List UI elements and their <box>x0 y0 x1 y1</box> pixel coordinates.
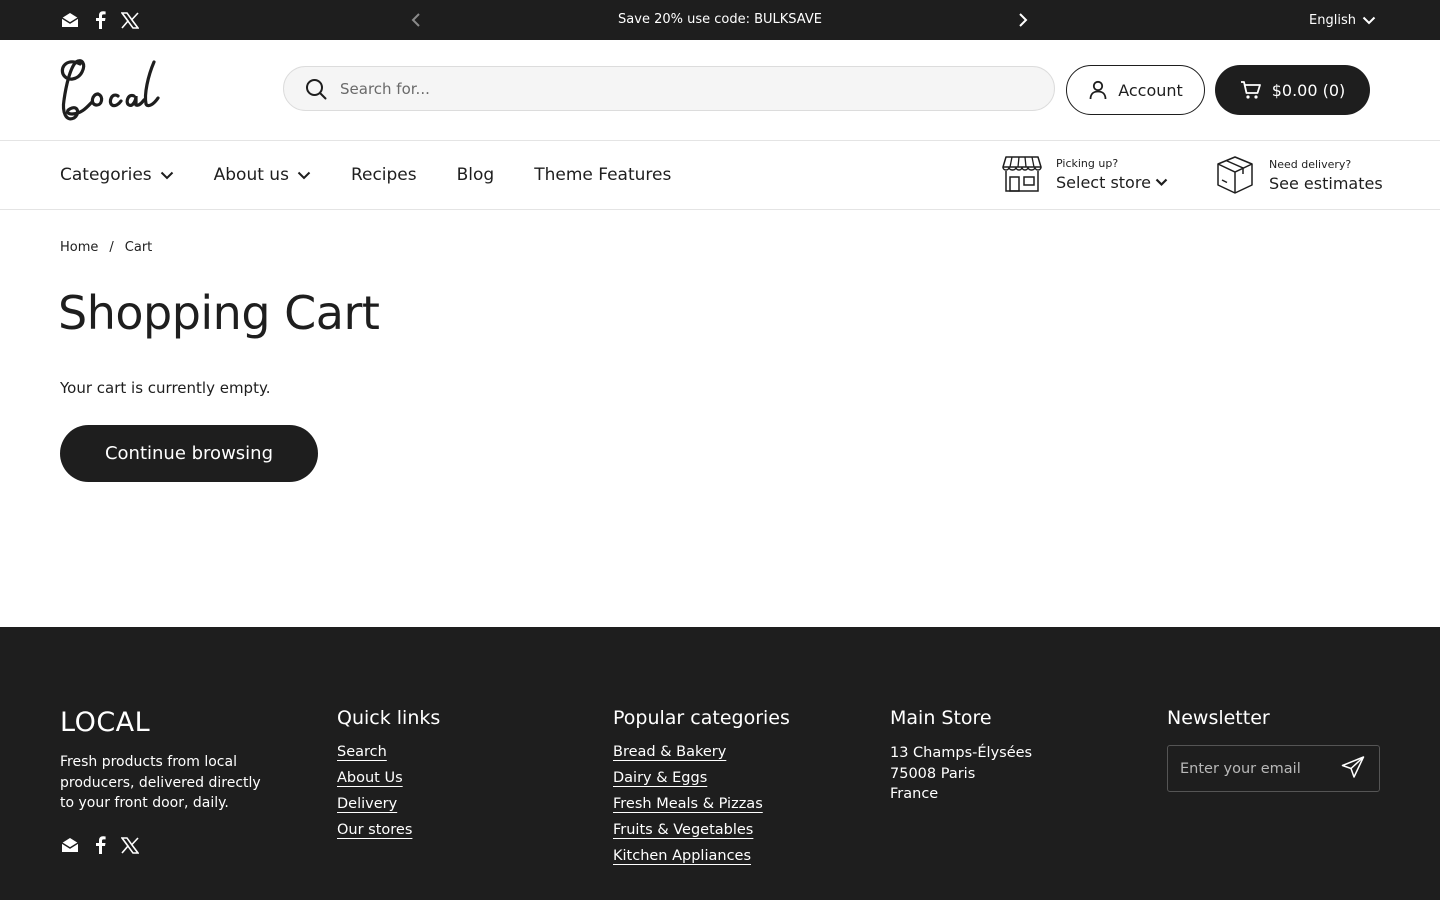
site-header: Account $0.00 (0) <box>0 40 1440 141</box>
account-button[interactable]: Account <box>1066 65 1205 115</box>
chevron-down-icon <box>1155 178 1168 186</box>
nav-item-label: Recipes <box>350 165 417 185</box>
topbar-socials <box>60 10 140 30</box>
footer-popular-categories: Popular categories Bread & Bakery Dairy … <box>613 707 790 873</box>
cart-icon <box>1240 81 1261 99</box>
package-icon <box>1217 156 1253 194</box>
footer-link-our-stores[interactable]: Our stores <box>337 821 440 840</box>
footer-link-fresh-meals[interactable]: Fresh Meals & Pizzas <box>613 795 790 814</box>
language-label: English <box>1309 12 1356 28</box>
announcement-next-button[interactable] <box>1013 10 1033 30</box>
breadcrumb-separator: / <box>109 240 114 255</box>
newsletter-submit-button[interactable] <box>1341 755 1365 782</box>
chevron-left-icon <box>411 13 420 27</box>
continue-browsing-button[interactable]: Continue browsing <box>60 425 318 482</box>
x-icon[interactable] <box>120 835 140 855</box>
footer-newsletter: Newsletter <box>1167 707 1270 743</box>
delivery-caption: Need delivery? <box>1269 157 1352 171</box>
email-icon[interactable] <box>60 10 80 30</box>
announcement-prev-button[interactable] <box>406 10 426 30</box>
footer-link-dairy-eggs[interactable]: Dairy & Eggs <box>613 769 790 788</box>
delivery-value: See estimates <box>1269 173 1383 193</box>
footer-link-fruits-vegetables[interactable]: Fruits & Vegetables <box>613 821 790 840</box>
search-input[interactable] <box>340 79 990 98</box>
announcement-text: Save 20% use code: BULKSAVE <box>618 12 822 27</box>
breadcrumb-home-link[interactable]: Home <box>60 240 98 255</box>
footer-socials <box>60 835 140 855</box>
breadcrumb-current: Cart <box>124 240 153 255</box>
nav-item-blog[interactable]: Blog <box>457 165 495 185</box>
pickup-value: Select store <box>1056 173 1168 192</box>
user-icon <box>1089 80 1107 100</box>
nav-item-about-us[interactable]: About us <box>214 165 311 185</box>
pickup-label: Select store <box>1056 172 1151 192</box>
language-selector[interactable]: English <box>1309 0 1376 40</box>
nav-menu: Categories About us Recipes Blog Theme F… <box>60 141 671 209</box>
send-icon <box>1341 755 1365 778</box>
footer-brand: LOCAL <box>60 707 151 738</box>
announcement-bar: Save 20% use code: BULKSAVE English <box>0 0 1440 40</box>
pickup-selector[interactable]: Picking up? Select store <box>1002 155 1168 193</box>
pickup-caption: Picking up? <box>1056 156 1119 170</box>
search-bar[interactable] <box>283 66 1055 111</box>
chevron-right-icon <box>1019 13 1028 27</box>
facebook-icon[interactable] <box>90 10 110 30</box>
delivery-estimates[interactable]: Need delivery? See estimates <box>1215 155 1383 195</box>
store-address-line: 75008 Paris <box>890 765 976 782</box>
footer-link-delivery[interactable]: Delivery <box>337 795 440 814</box>
main-navigation: Categories About us Recipes Blog Theme F… <box>0 141 1440 210</box>
nav-item-label: Categories <box>60 165 152 185</box>
chevron-down-icon <box>297 171 311 179</box>
newsletter-email-input[interactable] <box>1180 760 1330 777</box>
nav-item-recipes[interactable]: Recipes <box>351 165 417 185</box>
footer-quick-links: Quick links Search About Us Delivery Our… <box>337 707 440 847</box>
footer-column-title: Newsletter <box>1167 707 1270 729</box>
cart-total: $0.00 (0) <box>1271 80 1346 100</box>
footer-main-store: Main Store 13 Champs-Élysées 75008 Paris… <box>890 707 1032 805</box>
footer-link-bread-bakery[interactable]: Bread & Bakery <box>613 743 790 762</box>
nav-item-label: Blog <box>456 165 495 185</box>
footer-column-title: Main Store <box>890 707 992 729</box>
facebook-icon[interactable] <box>90 835 110 855</box>
nav-item-categories[interactable]: Categories <box>60 165 174 185</box>
page-title: Shopping Cart <box>58 286 380 340</box>
footer-column-title: Quick links <box>337 707 441 729</box>
footer-column-title: Popular categories <box>613 707 790 729</box>
store-icon <box>1002 156 1042 192</box>
logo-script-icon <box>60 59 160 121</box>
cart-button[interactable]: $0.00 (0) <box>1215 65 1370 115</box>
store-address-line: 13 Champs-Élysées <box>890 745 1033 761</box>
site-logo[interactable] <box>58 56 166 124</box>
nav-item-theme-features[interactable]: Theme Features <box>534 165 671 185</box>
nav-item-label: Theme Features <box>534 165 672 185</box>
footer-link-about-us[interactable]: About Us <box>337 769 440 788</box>
footer-link-search[interactable]: Search <box>337 743 440 762</box>
chevron-down-icon <box>160 171 173 179</box>
site-footer: LOCAL Fresh products from local producer… <box>0 627 1440 900</box>
footer-link-kitchen-appliances[interactable]: Kitchen Appliances <box>613 847 790 866</box>
breadcrumb: Home / Cart <box>60 240 152 255</box>
nav-item-label: About us <box>213 165 289 185</box>
store-address-line: France <box>890 786 939 802</box>
x-icon[interactable] <box>120 10 140 30</box>
empty-cart-message: Your cart is currently empty. <box>60 379 271 397</box>
email-icon[interactable] <box>60 835 80 855</box>
chevron-down-icon <box>1362 16 1376 24</box>
account-label: Account <box>1118 80 1183 100</box>
newsletter-form <box>1167 745 1380 792</box>
search-icon <box>304 77 328 101</box>
footer-tagline: Fresh products from local producers, del… <box>60 754 261 811</box>
